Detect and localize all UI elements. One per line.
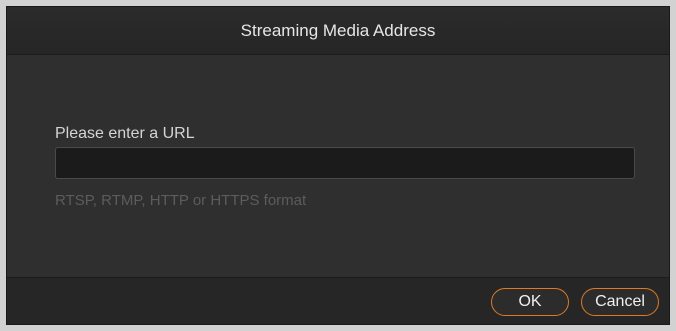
url-prompt-label: Please enter a URL bbox=[55, 125, 195, 142]
dialog-footer: OK Cancel bbox=[7, 277, 669, 324]
streaming-media-dialog: Streaming Media Address Please enter a U… bbox=[6, 6, 670, 325]
cancel-button[interactable]: Cancel bbox=[581, 288, 659, 316]
dialog-titlebar: Streaming Media Address bbox=[7, 7, 669, 55]
dialog-title: Streaming Media Address bbox=[240, 20, 436, 40]
dialog-body: Please enter a URL RTSP, RTMP, HTTP or H… bbox=[7, 55, 669, 277]
format-hint: RTSP, RTMP, HTTP or HTTPS format bbox=[55, 192, 307, 209]
ok-button[interactable]: OK bbox=[491, 288, 569, 316]
url-input[interactable] bbox=[55, 147, 635, 179]
